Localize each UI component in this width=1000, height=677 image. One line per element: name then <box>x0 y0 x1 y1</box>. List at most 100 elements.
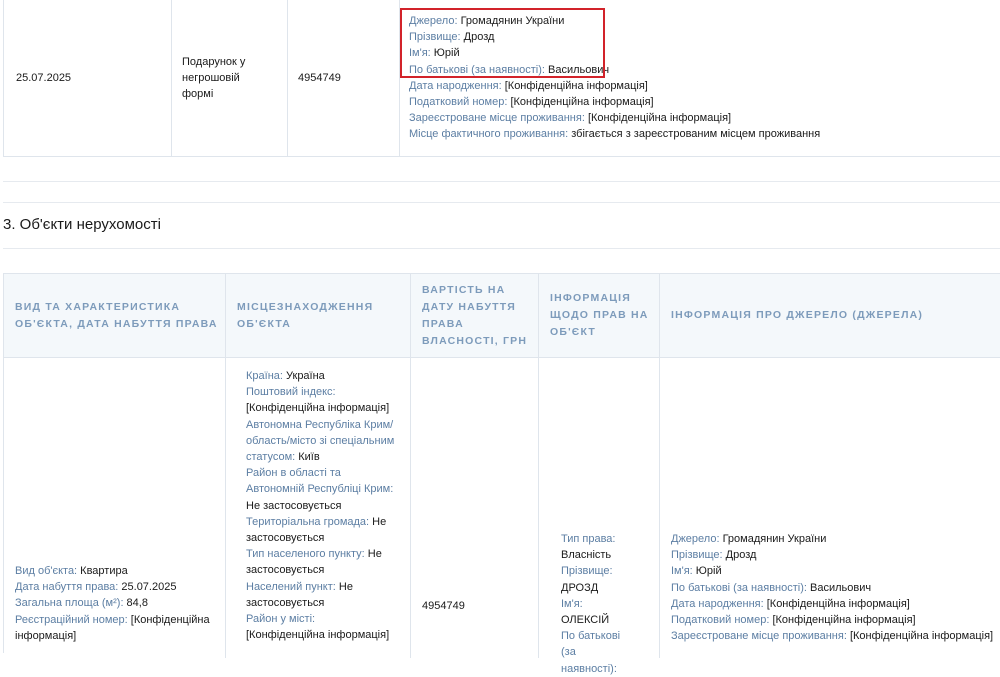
info-line: Територіальна громада: Не застосовується <box>246 514 396 546</box>
property-table: Вид та характеристика об'єкта, дата набу… <box>3 273 1000 675</box>
info-label: По батькові (за наявності): <box>561 630 621 675</box>
info-value: [Конфіденційна інформація] <box>846 630 994 643</box>
info-label: Реєстраційний номер: <box>15 613 128 626</box>
info-label: Джерело: <box>671 533 720 545</box>
rights-cell: Тип права: Власність Прізвище: ДРОЗД Ім'я:… <box>539 358 660 675</box>
info-value: Громадянин України <box>719 533 827 545</box>
info-label: Тип права: <box>561 533 616 545</box>
info-value: [Конфіденційна інформація] <box>769 614 916 627</box>
info-label: Поштовий індекс: <box>246 386 336 399</box>
location-info-list: Країна: Україна Поштовий індекс: [Конфіде… <box>246 368 406 643</box>
info-label: Тип населеного пункту: <box>246 548 365 561</box>
info-label: Прізвище: <box>561 565 613 578</box>
info-line: По батькові (за наявності): <box>561 628 631 677</box>
gift-type: Подарунок у негрошовій формі <box>182 56 246 100</box>
rights-info-list: Тип права: Власність Прізвище: ДРОЗД Ім'я:… <box>561 531 655 677</box>
info-label: Загальна площа (м²): <box>15 597 124 610</box>
gift-amount-cell: 4954749 <box>288 0 400 156</box>
header-value: Вартість на дату набуття права власності… <box>411 274 539 357</box>
info-line: Населений пункт: Не застосовується <box>246 579 396 611</box>
property-value: 4954749 <box>422 600 465 612</box>
info-value: Квартира <box>77 565 128 577</box>
info-value: Васильович <box>806 581 872 594</box>
divider <box>3 202 1000 203</box>
info-line: Джерело: Громадянин України <box>671 531 1000 547</box>
info-line: Податковий номер: [Конфіденційна інформа… <box>409 94 820 110</box>
info-label: Населений пункт: <box>246 580 336 593</box>
info-line: Країна: Україна <box>246 368 396 384</box>
info-line: Автономна Республіка Крим/ область/місто… <box>246 417 396 466</box>
info-label: Зареєстроване місце проживання: <box>671 630 847 643</box>
info-line: Реєстраційний номер: [Конфіденційна інфо… <box>15 612 210 644</box>
info-line: Район у місті: [Конфіденційна інформація… <box>246 611 396 643</box>
gift-date-cell: 25.07.2025 <box>4 0 172 156</box>
info-line: Прізвище: ДРОЗД <box>561 563 631 595</box>
header-source: Інформація про джерело (джерела) <box>671 309 924 321</box>
info-line: Дата набуття права: 25.07.2025 <box>15 579 210 595</box>
info-label: Район у місті: <box>246 613 316 626</box>
location-cell: Країна: Україна Поштовий індекс: [Конфіде… <box>226 358 411 658</box>
info-line: Дата народження: [Конфіденційна інформац… <box>409 78 820 94</box>
info-label: Дата народження: <box>671 597 764 610</box>
info-label: Прізвище: <box>671 549 723 562</box>
info-line: Загальна площа (м²): 84,8 <box>15 595 210 611</box>
info-label: Район в області та Автономній Республіці… <box>246 467 394 496</box>
info-line: Місце фактичного проживання: збігається … <box>409 126 820 142</box>
info-line: Поштовий індекс: [Конфіденційна інформац… <box>246 384 396 416</box>
highlight-box <box>400 8 605 78</box>
info-label: Країна: <box>246 370 283 382</box>
info-label: Автономна Республіка Крим/ область/місто… <box>246 418 395 464</box>
info-value: [Конфіденційна інформація] <box>246 629 390 642</box>
info-value: [Конфіденційна інформація] <box>507 96 654 109</box>
info-value: [Конфіденційна інформація] <box>763 597 910 610</box>
info-value: [Конфіденційна інформація] <box>584 112 732 125</box>
info-value: [Конфіденційна інформація] <box>501 79 648 92</box>
info-value: ОЛЕКСІЙ <box>561 614 610 627</box>
info-line: Вид об'єкта: Квартира <box>15 563 210 579</box>
info-value: [Конфіденційна інформація] <box>246 402 390 415</box>
info-value: Юрій <box>692 565 722 578</box>
source-cell: Джерело: Громадянин України Прізвище: Дро… <box>660 358 1000 658</box>
info-line: По батькові (за наявності): Васильович <box>671 580 1000 596</box>
info-line: Ім'я: Юрій <box>671 563 1000 579</box>
info-line: Зареєстроване місце проживання: [Конфіде… <box>671 628 1000 644</box>
header-rights: Інформація щодо прав на об'єкт <box>539 274 660 357</box>
info-value: ДРОЗД <box>561 581 599 594</box>
object-info-list: Вид об'єкта: Квартира Дата набуття права:… <box>15 563 221 644</box>
info-value: Київ <box>295 451 320 464</box>
info-label: Податковий номер: <box>409 96 508 109</box>
info-label: Територіальна громада: <box>246 515 370 528</box>
info-label: Зареєстроване місце проживання: <box>409 112 585 125</box>
info-value: Не застосовується <box>246 499 342 512</box>
info-line: Прізвище: Дрозд <box>671 547 1000 563</box>
info-value: Україна <box>282 370 325 382</box>
section-title: 3. Об'єкти нерухомості <box>3 216 161 233</box>
info-value: Дрозд <box>722 549 757 562</box>
info-line: Дата народження: [Конфіденційна інформац… <box>671 596 1000 612</box>
source-info-list: Джерело: Громадянин України Прізвище: Дро… <box>671 531 1000 644</box>
header-location: Місцезнаходження об'єкта <box>226 274 411 357</box>
info-label: Дата народження: <box>409 79 502 92</box>
value-cell: 4954749 <box>411 358 539 658</box>
info-label: Податковий номер: <box>671 614 770 627</box>
info-line: Тип населеного пункту: Не застосовується <box>246 546 396 578</box>
object-cell: Вид об'єкта: Квартира Дата набуття права:… <box>4 358 226 658</box>
gift-type-cell: Подарунок у негрошовій формі <box>172 0 288 156</box>
property-table-header: Вид та характеристика об'єкта, дата набу… <box>4 274 1000 358</box>
info-label: Місце фактичного проживання: <box>409 128 569 141</box>
info-line: Район в області та Автономній Республіці… <box>246 465 396 514</box>
divider <box>3 248 1000 249</box>
info-label: Ім'я: <box>561 597 583 610</box>
info-label: По батькові (за наявності): <box>671 581 807 594</box>
info-line: Зареєстроване місце проживання: [Конфіде… <box>409 110 820 126</box>
header-object: Вид та характеристика об'єкта, дата набу… <box>4 274 226 357</box>
info-line: Ім'я: ОЛЕКСІЙ <box>561 596 631 628</box>
info-value: збігається з зареєстрованим місцем прожи… <box>568 128 821 141</box>
info-line: Тип права: Власність <box>561 531 631 563</box>
info-value: 25.07.2025 <box>118 581 177 594</box>
divider <box>3 181 1000 182</box>
info-label: Ім'я: <box>671 565 693 578</box>
info-label: Вид об'єкта: <box>15 565 78 577</box>
gift-date: 25.07.2025 <box>16 72 72 84</box>
info-line: Податковий номер: [Конфіденційна інформа… <box>671 612 1000 628</box>
